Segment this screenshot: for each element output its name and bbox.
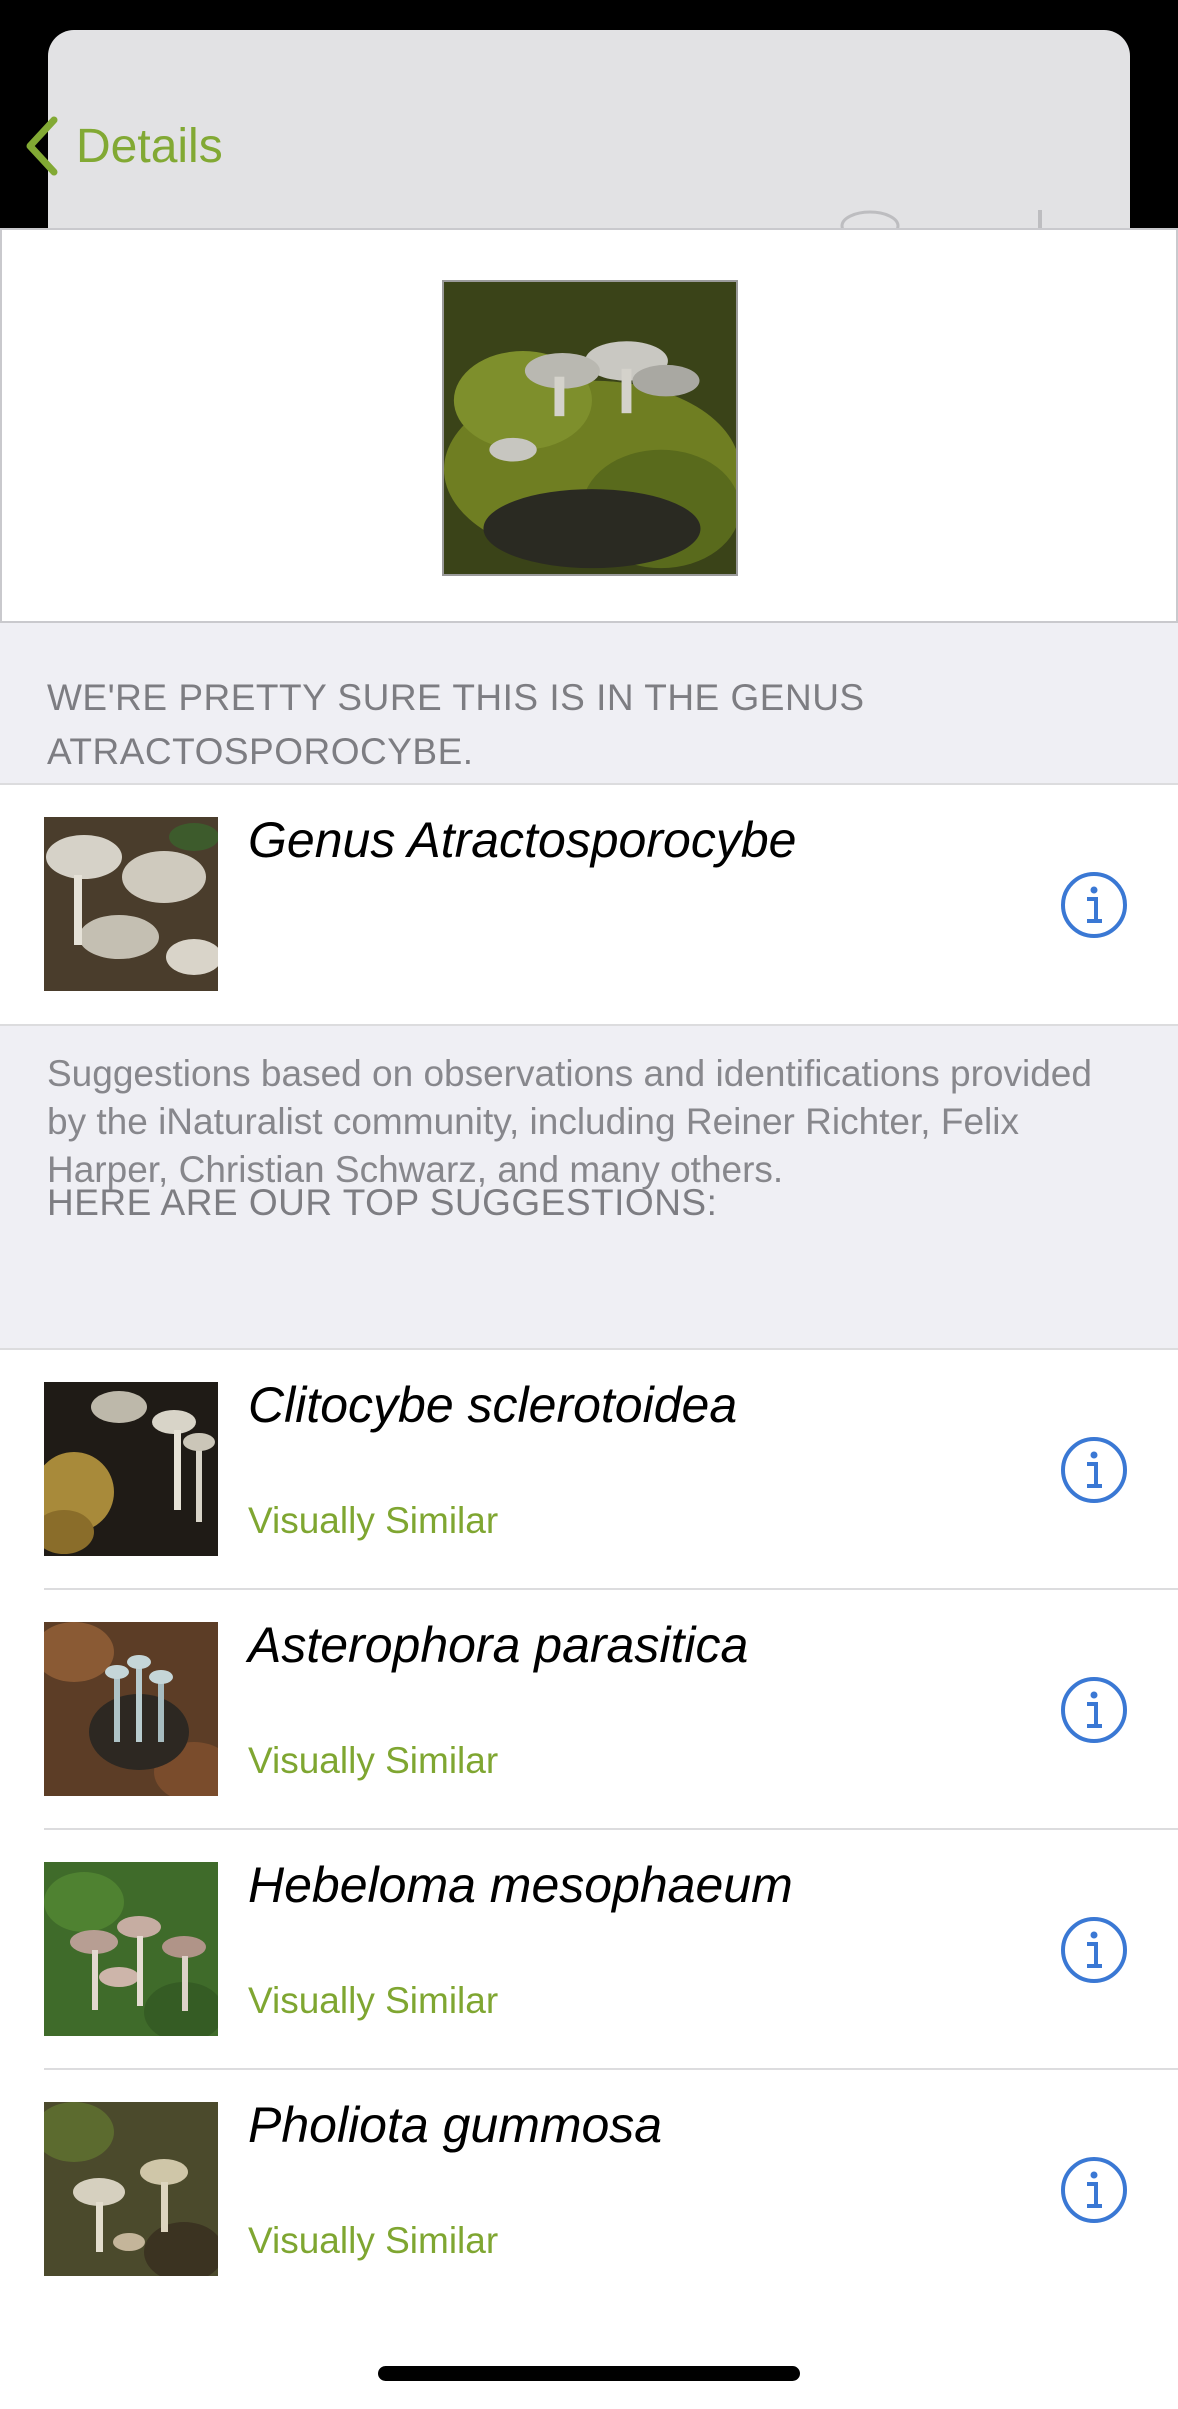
confidence-header-text: WE'RE PRETTY SURE THIS IS IN THE GENUS A…	[47, 677, 865, 772]
info-circle-icon[interactable]	[1060, 1676, 1128, 1744]
genus-suggestion-row[interactable]: Genus Atractosporocybe	[0, 785, 1178, 1025]
suggestion-thumbnail	[44, 1862, 218, 2036]
suggestions-header-text: HERE ARE OUR TOP SUGGESTIONS:	[47, 1182, 718, 1223]
info-circle-icon[interactable]	[1060, 2156, 1128, 2224]
suggestion-name: Pholiota gummosa	[248, 2097, 663, 2153]
visually-similar-label: Visually Similar	[248, 1980, 499, 2021]
observation-photo	[442, 280, 738, 576]
home-indicator[interactable]	[378, 2366, 800, 2381]
visually-similar-label: Visually Similar	[248, 1500, 499, 1541]
visually-similar-label: Visually Similar	[248, 2220, 499, 2261]
confidence-section-header: WE'RE PRETTY SURE THIS IS IN THE GENUS A…	[0, 623, 1178, 783]
info-circle-icon[interactable]	[1060, 871, 1128, 939]
suggestion-name: Hebeloma mesophaeum	[248, 1857, 793, 1913]
attribution-text: Suggestions based on observations and id…	[47, 1053, 1092, 1190]
genus-thumbnail	[44, 817, 218, 991]
suggestion-thumbnail	[44, 1622, 218, 1796]
suggestion-thumbnail	[44, 2102, 218, 2276]
info-circle-icon[interactable]	[1060, 1916, 1128, 1984]
suggestion-row[interactable]: Clitocybe sclerotoidea Visually Similar	[0, 1350, 1178, 1590]
genus-name: Genus Atractosporocybe	[248, 812, 797, 868]
suggestion-row[interactable]: Hebeloma mesophaeum Visually Similar	[0, 1830, 1178, 2070]
suggestion-thumbnail	[44, 1382, 218, 1556]
visually-similar-label: Visually Similar	[248, 1740, 499, 1781]
suggestion-row[interactable]: Pholiota gummosa Visually Similar	[0, 2070, 1178, 2310]
suggestion-name: Asterophora parasitica	[248, 1617, 749, 1673]
back-button-label: Details	[76, 119, 223, 173]
suggestion-row[interactable]: Asterophora parasitica Visually Similar	[0, 1590, 1178, 1830]
suggestions-sheet: WE'RE PRETTY SURE THIS IS IN THE GENUS A…	[0, 228, 1178, 2409]
back-button[interactable]: Details	[22, 110, 223, 182]
info-circle-icon[interactable]	[1060, 1436, 1128, 1504]
observation-photo-area	[0, 228, 1178, 623]
suggestion-name: Clitocybe sclerotoidea	[248, 1377, 738, 1433]
chevron-left-icon	[26, 116, 58, 176]
